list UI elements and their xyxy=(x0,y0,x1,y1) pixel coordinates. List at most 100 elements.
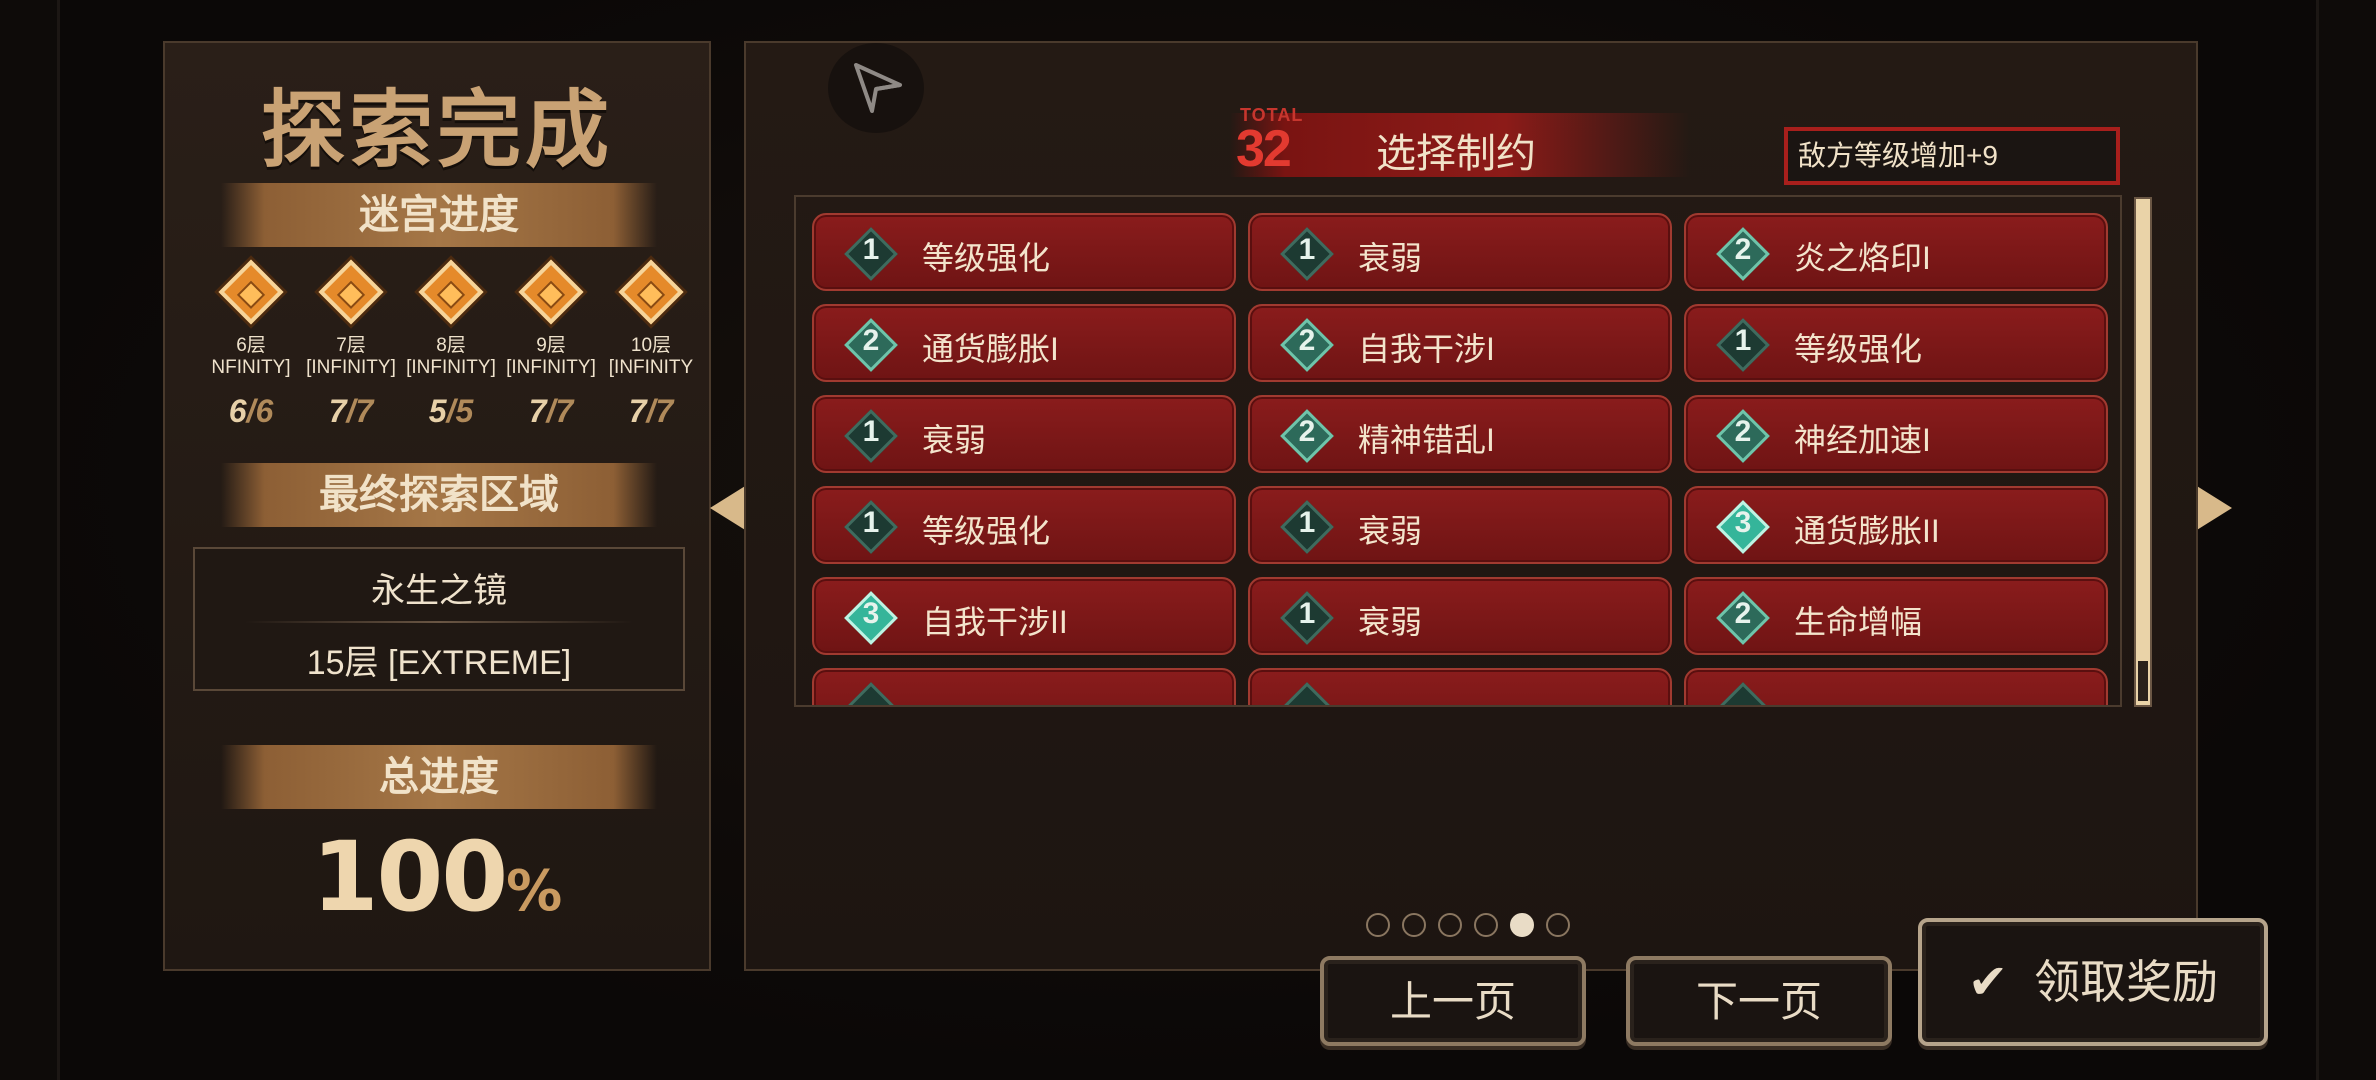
card-level: 1 xyxy=(1298,506,1316,539)
restriction-card[interactable]: 2 神经加速I xyxy=(1684,395,2108,473)
floor-count: 7/7 xyxy=(328,393,374,429)
card-label: 自我干涉I xyxy=(1358,331,1495,367)
floor-difficulty: [INFINITY] xyxy=(306,357,396,378)
floor-difficulty: NFINITY] xyxy=(211,357,291,378)
floor-progress-list: 6层 NFINITY] 6/6 7层 [INFINITY] 7/7 8层 [IN… xyxy=(201,259,693,465)
card-level: 1 xyxy=(862,415,880,448)
restriction-card[interactable]: 3 自我干涉II xyxy=(812,577,1236,655)
restriction-grid: 1 等级强化 1 衰弱 2 炎之烙印I 2 通货膨胀I 2 自我干涉I 1 等级强化 1 衰弱 2 精神错乱I… xyxy=(794,195,2122,707)
card-label: 通货膨胀I xyxy=(922,331,1059,367)
card-level: 2 xyxy=(1734,233,1752,266)
floor-count-total: 6 xyxy=(255,393,274,429)
next-page-button[interactable]: 下一页 xyxy=(1626,956,1892,1046)
floor-name: 7层 xyxy=(336,335,366,356)
card-label: 衰弱 xyxy=(1358,604,1423,640)
floor-count-total: 5 xyxy=(455,393,474,429)
floor-difficulty: [INFINITY] xyxy=(406,357,496,378)
panel-title: 选择制约 xyxy=(1376,132,1536,176)
share-icon xyxy=(854,63,902,113)
floor-count-done: 7 xyxy=(328,393,347,429)
restriction-card[interactable]: 2 炎之烙印I xyxy=(1684,213,2108,291)
floor-name: 8层 xyxy=(436,335,466,356)
restriction-card[interactable]: 2 生命增幅 xyxy=(1684,577,2108,655)
restriction-card[interactable] xyxy=(1684,668,2108,705)
card-label: 神经加速I xyxy=(1794,422,1931,458)
share-button[interactable] xyxy=(828,43,924,133)
card-level: 1 xyxy=(1734,324,1752,357)
restriction-card[interactable]: 2 精神错乱I xyxy=(1248,395,1672,473)
floor-count: 7/7 xyxy=(528,393,574,429)
page-dot[interactable] xyxy=(1546,913,1570,937)
frame-right-edge xyxy=(2316,0,2376,1080)
floor-medal-icon xyxy=(218,259,284,325)
maze-progress-header: 迷宫进度 xyxy=(221,183,657,247)
final-area-header: 最终探索区域 xyxy=(221,463,657,527)
card-level: 1 xyxy=(1298,597,1316,630)
restriction-card[interactable]: 1 衰弱 xyxy=(812,395,1236,473)
level-badge-icon xyxy=(1280,682,1334,705)
card-label: 精神错乱I xyxy=(1358,422,1495,458)
card-label: 等级强化 xyxy=(922,513,1051,549)
card-level: 1 xyxy=(1298,233,1316,266)
restriction-card[interactable]: 1 等级强化 xyxy=(812,213,1236,291)
page-dot[interactable] xyxy=(1510,913,1534,937)
prev-page-button[interactable]: 上一页 xyxy=(1320,956,1586,1046)
card-level: 2 xyxy=(1734,597,1752,630)
floor-count-done: 7 xyxy=(528,393,547,429)
effect-summary: 敌方等级增加+9 xyxy=(1784,127,2120,185)
restriction-card[interactable]: 1 等级强化 xyxy=(1684,304,2108,382)
restriction-card[interactable]: 2 自我干涉I xyxy=(1248,304,1672,382)
total-progress-number: 100 xyxy=(311,821,508,933)
floor-medal-icon xyxy=(618,259,684,325)
card-label: 通货膨胀II xyxy=(1794,513,1940,549)
claim-reward-button[interactable]: ✔ 领取奖励 xyxy=(1918,918,2268,1046)
floor-item: 7层 [INFINITY] 7/7 xyxy=(301,259,401,430)
floor-count-total: 7 xyxy=(355,393,374,429)
floor-medal-icon xyxy=(318,259,384,325)
card-label: 等级强化 xyxy=(1794,331,1923,367)
page-dot[interactable] xyxy=(1474,913,1498,937)
summary-title: 探索完成 xyxy=(260,80,613,179)
card-label: 生命增幅 xyxy=(1794,604,1923,640)
exploration-summary-panel: 探索完成 迷宫进度 6层 NFINITY] 6/6 7层 [INFINITY] … xyxy=(163,41,711,971)
floor-difficulty: [INFINITY xyxy=(608,357,694,378)
restriction-card[interactable]: 1 衰弱 xyxy=(1248,577,1672,655)
level-badge-icon xyxy=(1716,682,1770,705)
restriction-card[interactable]: 2 通货膨胀I xyxy=(812,304,1236,382)
floor-difficulty: [INFINITY] xyxy=(506,357,596,378)
restriction-card[interactable] xyxy=(1248,668,1672,705)
floor-name: 9层 xyxy=(536,335,566,356)
restriction-card[interactable]: 1 等级强化 xyxy=(812,486,1236,564)
floor-item: 10层 [INFINITY 7/7 xyxy=(601,259,701,430)
card-level: 1 xyxy=(862,233,880,266)
page-dot[interactable] xyxy=(1402,913,1426,937)
page-dot[interactable] xyxy=(1438,913,1462,937)
final-area-name: 永生之镜 xyxy=(371,572,507,610)
card-level: 2 xyxy=(1298,324,1316,357)
floor-item: 9层 [INFINITY] 7/7 xyxy=(501,259,601,430)
restriction-panel: TOTAL 32 选择制约 敌方等级增加+9 1 等级强化 1 衰弱 2 炎之烙印I 2 通货… xyxy=(744,41,2198,971)
card-level: 3 xyxy=(1734,506,1752,539)
scrollbar[interactable] xyxy=(2134,197,2152,707)
restriction-card[interactable]: 1 衰弱 xyxy=(1248,213,1672,291)
page-dot[interactable] xyxy=(1366,913,1390,937)
scroll-thumb[interactable] xyxy=(2138,661,2148,701)
card-level: 2 xyxy=(1298,415,1316,448)
floor-name: 6层 xyxy=(236,335,266,356)
claim-reward-label: 领取奖励 xyxy=(2034,956,2219,1008)
floor-count-done: 6 xyxy=(228,393,247,429)
card-label: 衰弱 xyxy=(1358,513,1423,549)
total-points: 32 xyxy=(1236,120,1292,178)
floor-count-done: 5 xyxy=(428,393,447,429)
restriction-card[interactable] xyxy=(812,668,1236,705)
restriction-card[interactable]: 3 通货膨胀II xyxy=(1684,486,2108,564)
total-progress-value: 100% xyxy=(165,821,709,933)
floor-item: 6层 NFINITY] 6/6 xyxy=(201,259,301,430)
floor-count-total: 7 xyxy=(555,393,574,429)
floor-count-total: 7 xyxy=(655,393,674,429)
divider xyxy=(245,621,633,623)
total-progress-unit: % xyxy=(506,859,563,924)
floor-medal-icon xyxy=(418,259,484,325)
restriction-card[interactable]: 1 衰弱 xyxy=(1248,486,1672,564)
card-level: 1 xyxy=(862,506,880,539)
